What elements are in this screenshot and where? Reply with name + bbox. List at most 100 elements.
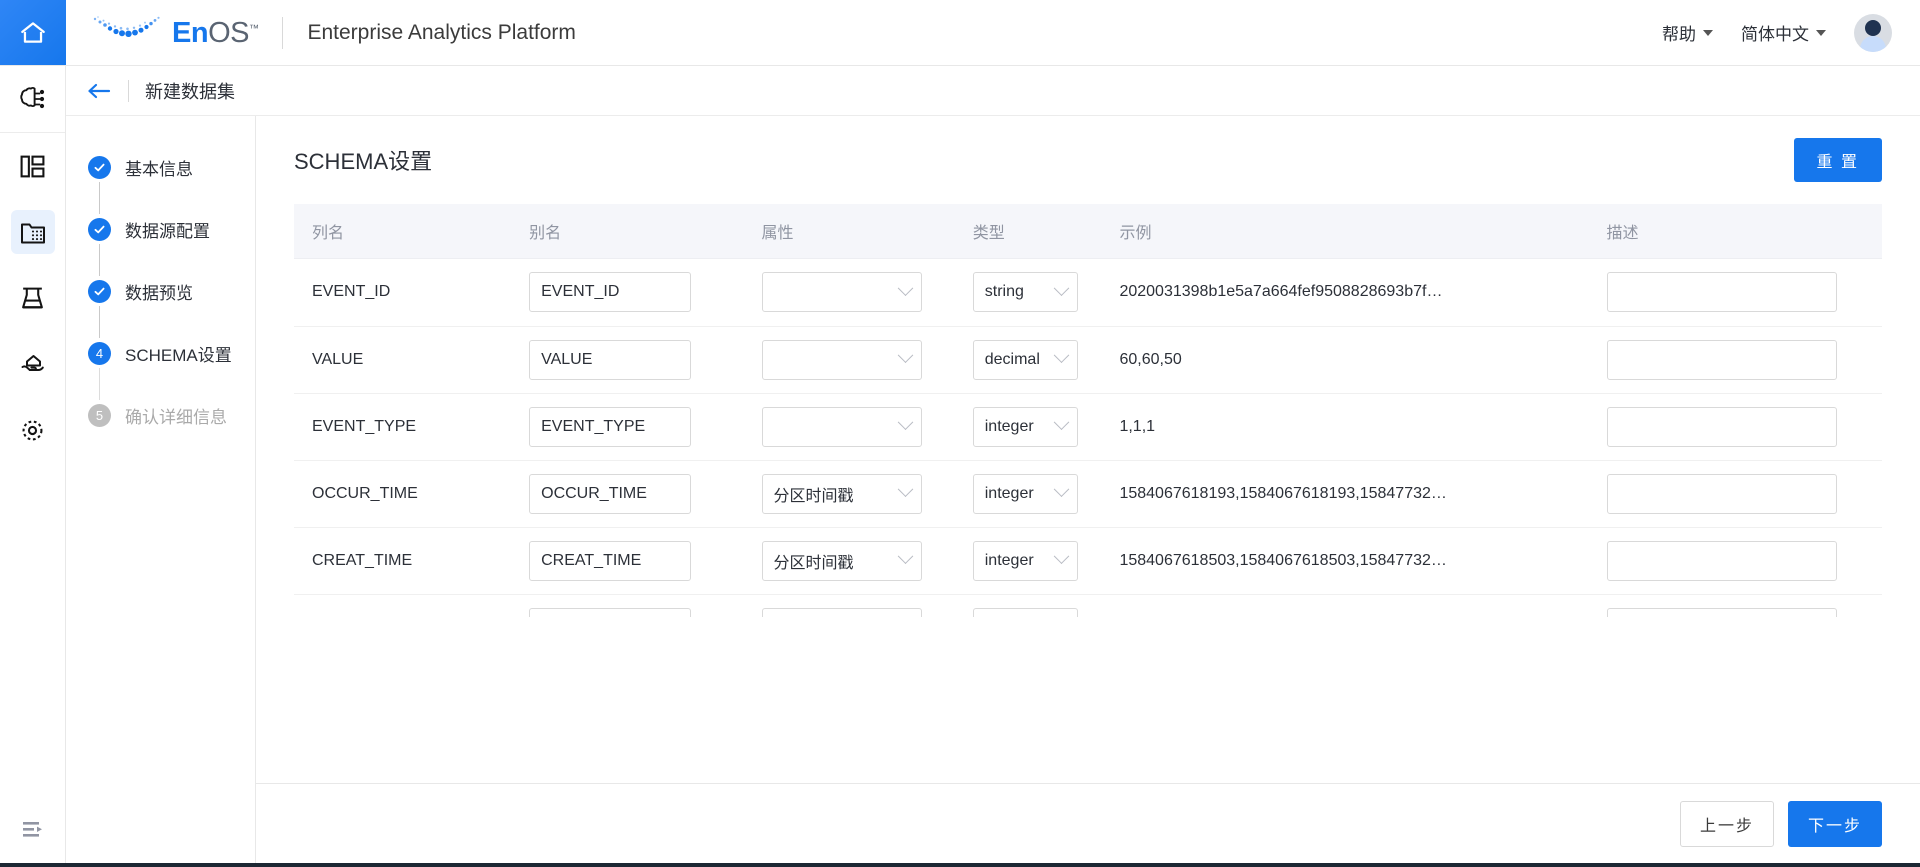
next-step-button[interactable]: 下一步 [1788,800,1882,847]
column-header-type: 类型 [954,204,1102,259]
step-connector [99,306,100,338]
attribute-select[interactable] [761,406,922,447]
step-item-basic-info[interactable]: 基本信息 [66,152,255,182]
cell-alias [511,460,744,528]
attribute-select[interactable]: 分区时间戳 [761,473,922,514]
brand-divider [282,16,284,49]
schema-table-body: EVENT_ID EVENT_ID string 2020031398b1e5a… [294,259,1882,617]
step-item-confirm-details[interactable]: 5 确认详细信息 [66,400,255,430]
chevron-down-icon [1053,280,1070,296]
cell-description [1589,594,1882,617]
settings-gear-icon [11,408,55,452]
schema-panel: SCHEMA设置 重 置 列名 别名 属性 类型 示例 描述 EVENT_ID … [256,116,1920,863]
back-button[interactable] [86,81,112,101]
description-input[interactable] [1606,406,1837,447]
step-label: 数据源配置 [125,221,210,241]
chevron-down-icon [897,548,913,565]
avatar-body [1860,35,1886,52]
section-title: SCHEMA设置 [294,149,433,174]
column-header-name: 列名 [294,204,512,259]
sidebar-item-dashboard[interactable] [0,133,66,199]
help-menu[interactable]: 帮助 [1662,20,1713,45]
sidebar-item-service[interactable] [0,331,66,397]
attribute-select-value: 分区时间戳 [774,616,900,617]
sidebar-item-lab[interactable] [0,265,66,331]
home-button[interactable] [0,0,66,65]
chevron-down-icon [897,347,913,364]
step-label: 数据预览 [125,283,193,303]
step-item-data-preview[interactable]: 数据预览 [66,276,255,306]
step-check-icon [88,217,111,241]
sidebar-item-settings[interactable] [0,397,66,463]
step-connector [99,368,100,400]
table-row: CREAT_TIME 分区时间戳 [294,527,1882,595]
description-input[interactable] [1606,272,1837,313]
type-select[interactable]: integer [972,473,1078,514]
type-select[interactable]: integer [972,540,1078,581]
attribute-select[interactable]: 分区时间戳 [761,540,922,581]
type-select[interactable]: string [972,607,1078,617]
type-select[interactable]: integer [972,406,1078,447]
table-row: UPDATE_TIME 分区时间戳 [294,594,1882,617]
schema-table: 列名 别名 属性 类型 示例 描述 [294,204,1882,259]
column-header-description: 描述 [1588,204,1882,259]
schema-table-scroll-viewport[interactable]: EVENT_ID EVENT_ID string 2020031398b1e5a… [294,259,1882,617]
sidebar-item-ai[interactable] [0,66,66,132]
cell-alias [511,527,744,595]
step-item-datasource-config[interactable]: 数据源配置 [66,214,255,244]
header-divider [128,79,129,102]
chevron-down-icon [1703,29,1713,36]
sidebar-item-data[interactable] [0,199,66,265]
column-header-sample: 示例 [1101,204,1589,259]
previous-step-button[interactable]: 上一步 [1680,800,1774,847]
description-input[interactable] [1606,540,1837,581]
type-select[interactable]: string [972,272,1078,313]
reset-button[interactable]: 重 置 [1793,138,1882,182]
step-number-badge: 4 [88,341,111,365]
sidebar-collapse-button[interactable] [0,797,66,863]
chevron-down-icon [1053,347,1070,364]
cell-type: string [955,594,1102,617]
cell-sample: 60,60,50 [1101,326,1589,394]
dashboard-icon [11,144,55,188]
table-header-row: 列名 别名 属性 类型 示例 描述 [294,204,1882,259]
ai-model-icon [11,77,55,121]
step-label: 基本信息 [125,159,193,179]
cell-sample: 2020031398b1e5a7a664fef9508828693b7f… [1101,259,1589,327]
cell-column-name: UPDATE_TIME [294,594,511,617]
alias-input[interactable] [529,473,692,514]
logo-os: OS [208,17,249,49]
alias-input[interactable] [529,607,692,617]
step-connector [99,244,100,276]
cell-description [1588,326,1882,394]
body-region: 新建数据集 基本信息 数据源配置 数据预览 4 SCHEMA设置 5 确认详细信… [0,66,1920,863]
page-region: 新建数据集 基本信息 数据源配置 数据预览 4 SCHEMA设置 5 确认详细信… [66,66,1920,863]
attribute-select[interactable] [761,339,922,380]
description-input[interactable] [1606,607,1837,617]
wizard-stepper: 基本信息 数据源配置 数据预览 4 SCHEMA设置 5 确认详细信息 [66,116,256,863]
step-check-icon [88,279,111,303]
alias-input[interactable] [529,339,692,380]
alias-input[interactable] [529,272,692,313]
attribute-select[interactable] [761,272,922,313]
avatar[interactable] [1854,13,1892,52]
page-header: 新建数据集 [66,66,1920,116]
step-number-badge: 5 [88,403,111,427]
cell-alias [511,393,744,461]
cell-sample: 1,1,1 [1101,393,1589,461]
language-menu[interactable]: 简体中文 [1741,20,1826,45]
logo-en: En [172,17,209,49]
top-header-bar: EnOS™ Enterprise Analytics Platform 帮助 简… [0,0,1920,66]
brand-zone: EnOS™ Enterprise Analytics Platform [66,0,576,65]
alias-input[interactable] [529,540,692,581]
alias-input[interactable] [529,406,692,447]
description-input[interactable] [1606,473,1837,514]
type-select[interactable]: decimal [972,339,1078,380]
step-item-schema-setting[interactable]: 4 SCHEMA设置 [66,338,255,368]
content-region: 基本信息 数据源配置 数据预览 4 SCHEMA设置 5 确认详细信息 SCHE… [66,116,1920,863]
collapse-sidebar-icon [11,808,55,852]
cell-description [1588,527,1882,595]
enos-logo[interactable]: EnOS™ [90,15,259,50]
description-input[interactable] [1606,339,1837,380]
attribute-select[interactable]: 分区时间戳 [761,607,922,617]
